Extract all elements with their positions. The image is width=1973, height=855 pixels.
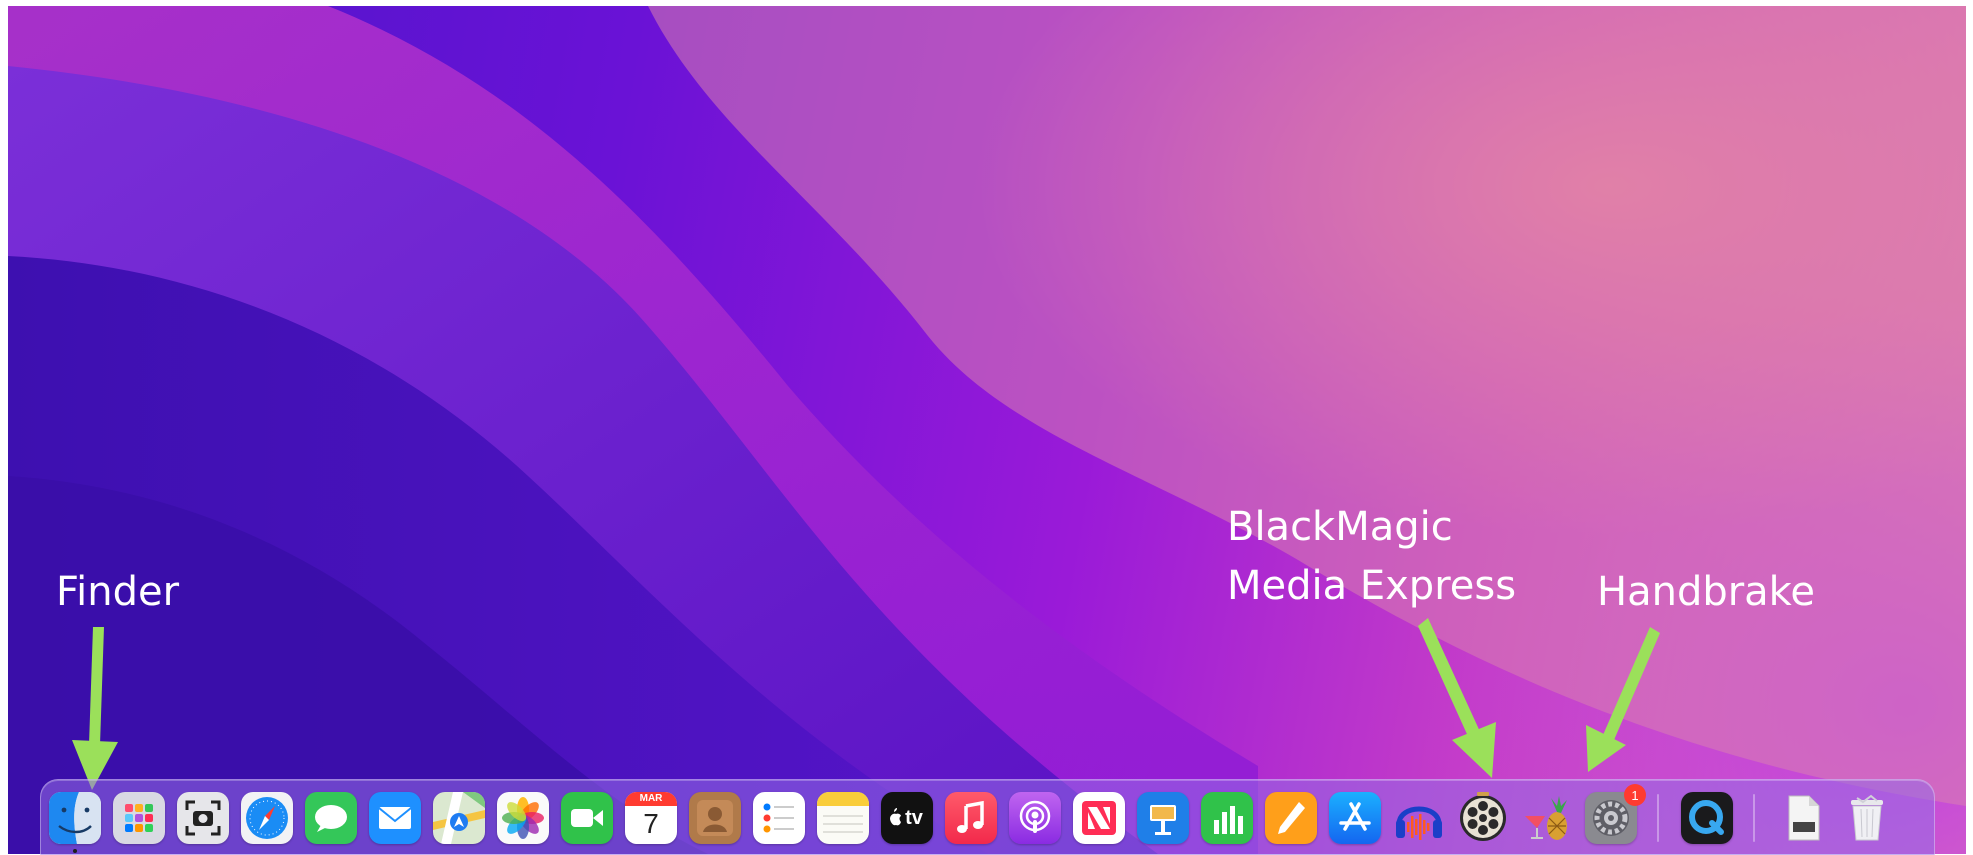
- music-icon[interactable]: [945, 792, 997, 844]
- dock-separator-2: [1753, 794, 1755, 842]
- safari-icon[interactable]: [241, 792, 293, 844]
- finder-icon[interactable]: [49, 792, 101, 844]
- podcasts-icon[interactable]: [1009, 792, 1061, 844]
- blackmagic-callout-line1: BlackMagic: [1227, 504, 1453, 550]
- calendar-day: 7: [643, 808, 659, 839]
- photos-icon[interactable]: [497, 792, 549, 844]
- document-icon[interactable]: [1777, 792, 1829, 844]
- handbrake-icon[interactable]: [1521, 792, 1573, 844]
- contacts-icon[interactable]: [689, 792, 741, 844]
- launchpad-icon[interactable]: [113, 792, 165, 844]
- audacity-icon[interactable]: [1393, 792, 1445, 844]
- reminders-icon[interactable]: [753, 792, 805, 844]
- desktop-wallpaper: [8, 6, 1966, 854]
- messages-icon[interactable]: [305, 792, 357, 844]
- calendar-month: MAR: [625, 792, 677, 806]
- mail-icon[interactable]: [369, 792, 421, 844]
- calendar-icon[interactable]: MAR 7: [625, 792, 677, 844]
- wallpaper-waves: [8, 6, 1966, 854]
- news-icon[interactable]: [1073, 792, 1125, 844]
- screenshot-icon[interactable]: [177, 792, 229, 844]
- app-store-icon[interactable]: [1329, 792, 1381, 844]
- dock: MAR 7 tv 1: [40, 779, 1935, 855]
- media-express-icon[interactable]: [1457, 792, 1509, 844]
- facetime-icon[interactable]: [561, 792, 613, 844]
- pages-icon[interactable]: [1265, 792, 1317, 844]
- maps-icon[interactable]: [433, 792, 485, 844]
- blackmagic-callout-line2: Media Express: [1227, 563, 1517, 609]
- finder-running-indicator: [73, 849, 77, 853]
- trash-icon[interactable]: [1841, 792, 1893, 844]
- keynote-icon[interactable]: [1137, 792, 1189, 844]
- handbrake-callout: Handbrake: [1597, 569, 1816, 615]
- notes-icon[interactable]: [817, 792, 869, 844]
- tv-label: tv: [905, 806, 923, 829]
- quicktime-icon[interactable]: [1681, 792, 1733, 844]
- tv-icon[interactable]: tv: [881, 792, 933, 844]
- system-preferences-badge: 1: [1624, 784, 1646, 806]
- finder-callout: Finder: [56, 569, 180, 615]
- dock-separator: [1657, 794, 1659, 842]
- numbers-icon[interactable]: [1201, 792, 1253, 844]
